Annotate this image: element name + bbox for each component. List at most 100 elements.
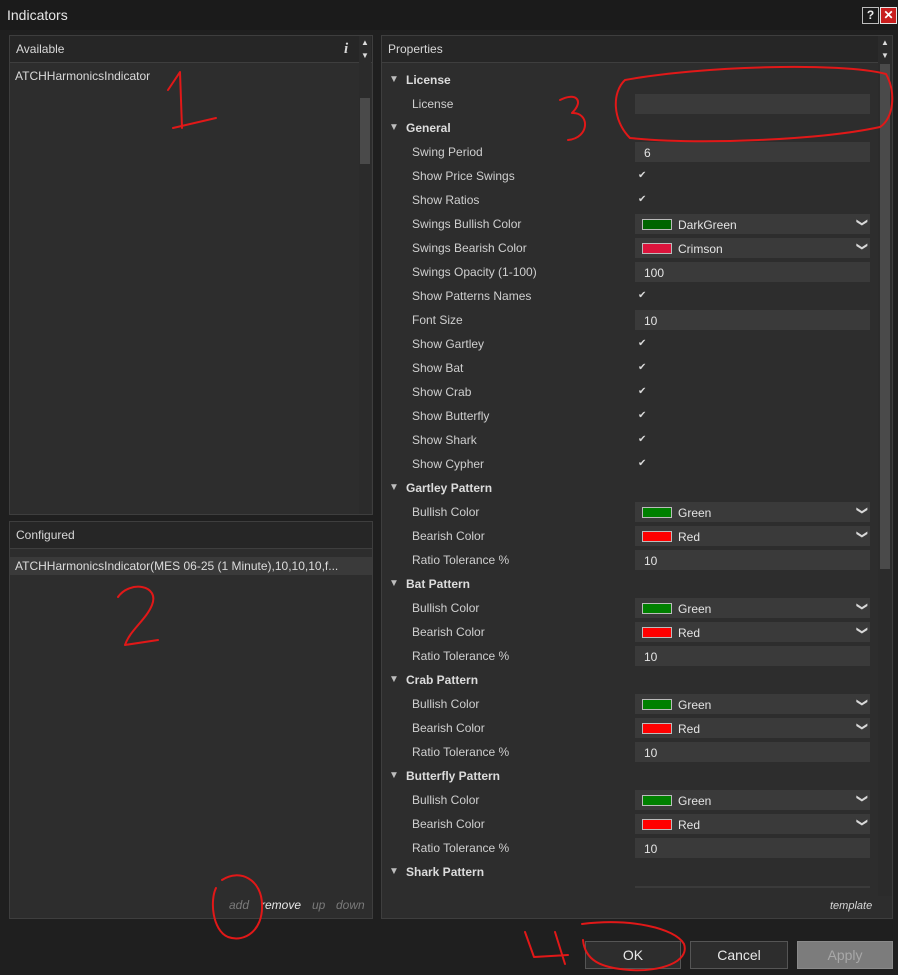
property-row: Bearish Color Red ❯ xyxy=(382,812,878,836)
property-checkbox[interactable]: ✔ xyxy=(638,458,646,469)
property-label: License xyxy=(412,97,454,111)
remove-link[interactable]: remove xyxy=(261,898,301,912)
scroll-down-icon[interactable]: ▼ xyxy=(361,52,369,60)
color-dropdown[interactable]: Green❯ xyxy=(635,598,870,618)
property-row: Ratio Tolerance % 10 xyxy=(382,548,878,572)
configured-item[interactable]: ATCHHarmonicsIndicator(MES 06-25 (1 Minu… xyxy=(10,557,372,575)
category-label: Butterfly Pattern xyxy=(406,769,501,783)
window-title: Indicators xyxy=(7,7,68,23)
property-category[interactable]: ▼ Crab Pattern xyxy=(382,668,878,692)
color-dropdown[interactable]: DarkGreen ❯ xyxy=(635,214,870,234)
color-dropdown[interactable]: Red ❯ xyxy=(635,622,870,642)
close-button[interactable]: ✕ xyxy=(880,7,897,24)
category-label: Crab Pattern xyxy=(406,673,479,687)
available-item[interactable]: ATCHHarmonicsIndicator xyxy=(15,69,150,83)
property-value: 10 xyxy=(644,842,658,856)
color-dropdown[interactable]: Green❯ xyxy=(635,886,870,888)
property-category[interactable]: ▼ Shark Pattern xyxy=(382,860,878,884)
chevron-down-icon[interactable]: ❯ xyxy=(856,242,869,251)
chevron-down-icon[interactable]: ❯ xyxy=(856,722,869,731)
color-value: DarkGreen xyxy=(678,218,737,232)
property-category[interactable]: ▼ General xyxy=(382,116,878,140)
chevron-down-icon[interactable]: ❯ xyxy=(856,506,869,515)
property-label: Bullish Color xyxy=(412,505,480,519)
help-button[interactable]: ? xyxy=(862,7,879,24)
property-row: Bearish Color Red ❯ xyxy=(382,716,878,740)
property-row: Swings Bullish Color DarkGreen ❯ xyxy=(382,212,878,236)
color-dropdown[interactable]: Green❯ xyxy=(635,502,870,522)
chevron-down-icon[interactable]: ❯ xyxy=(856,794,869,803)
apply-button[interactable]: Apply xyxy=(797,941,893,969)
scroll-up-icon[interactable]: ▲ xyxy=(361,39,369,47)
color-value: Red xyxy=(678,626,701,640)
properties-scrollbar[interactable]: ▲ ▼ xyxy=(878,36,892,896)
color-dropdown[interactable]: Green❯ xyxy=(635,790,870,810)
available-scroll-thumb[interactable] xyxy=(360,98,370,164)
scroll-up-icon[interactable]: ▲ xyxy=(881,39,889,47)
color-swatch xyxy=(642,819,672,830)
property-label: Bullish Color xyxy=(412,601,480,615)
available-scrollbar[interactable]: ▲ ▼ xyxy=(359,36,371,514)
template-link[interactable]: template xyxy=(830,900,872,912)
color-dropdown[interactable]: Red ❯ xyxy=(635,814,870,834)
chevron-down-icon[interactable]: ▼ xyxy=(389,674,399,685)
chevron-down-icon[interactable]: ▼ xyxy=(389,122,399,133)
color-dropdown[interactable]: Red ❯ xyxy=(635,718,870,738)
property-input[interactable]: 10 xyxy=(635,550,870,570)
property-label: Font Size xyxy=(412,313,463,327)
property-category[interactable]: ▼ Bat Pattern xyxy=(382,572,878,596)
property-checkbox[interactable]: ✔ xyxy=(638,170,646,181)
color-dropdown[interactable]: Red ❯ xyxy=(635,526,870,546)
info-icon[interactable]: i xyxy=(344,36,348,62)
property-checkbox[interactable]: ✔ xyxy=(638,410,646,421)
property-checkbox[interactable]: ✔ xyxy=(638,362,646,373)
property-checkbox[interactable]: ✔ xyxy=(638,434,646,445)
chevron-down-icon[interactable]: ❯ xyxy=(856,218,869,227)
property-category[interactable]: ▼ Gartley Pattern xyxy=(382,476,878,500)
up-link[interactable]: up xyxy=(312,898,325,912)
property-label: Swings Opacity (1-100) xyxy=(412,265,537,279)
color-dropdown[interactable]: Green❯ xyxy=(635,694,870,714)
property-category[interactable]: ▼ Butterfly Pattern xyxy=(382,764,878,788)
chevron-down-icon[interactable]: ❯ xyxy=(856,602,869,611)
property-checkbox[interactable]: ✔ xyxy=(638,194,646,205)
properties-scroll-thumb[interactable] xyxy=(880,64,890,569)
chevron-down-icon[interactable]: ❯ xyxy=(856,626,869,635)
property-input[interactable]: 10 xyxy=(635,310,870,330)
property-row: Ratio Tolerance % 10 xyxy=(382,836,878,860)
ok-button[interactable]: OK xyxy=(585,941,681,969)
property-row: Swing Period 6 xyxy=(382,140,878,164)
property-label: Swing Period xyxy=(412,145,483,159)
add-link[interactable]: add xyxy=(229,898,249,912)
property-input[interactable]: 10 xyxy=(635,646,870,666)
property-input[interactable]: 10 xyxy=(635,838,870,858)
scroll-down-icon[interactable]: ▼ xyxy=(881,52,889,60)
chevron-down-icon[interactable]: ❯ xyxy=(856,530,869,539)
property-checkbox[interactable]: ✔ xyxy=(638,290,646,301)
property-label: Ratio Tolerance % xyxy=(412,745,510,759)
properties-title: Properties xyxy=(388,42,443,56)
property-label: Swings Bullish Color xyxy=(412,217,522,231)
property-category[interactable]: ▼ License xyxy=(382,68,878,92)
chevron-down-icon[interactable]: ▼ xyxy=(389,866,399,877)
chevron-down-icon[interactable]: ❯ xyxy=(856,698,869,707)
configured-item-label: ATCHHarmonicsIndicator(MES 06-25 (1 Minu… xyxy=(15,559,339,573)
chevron-down-icon[interactable]: ▼ xyxy=(389,74,399,85)
property-input[interactable]: 6 xyxy=(635,142,870,162)
property-row: Swings Opacity (1-100) 100 xyxy=(382,260,878,284)
cancel-button[interactable]: Cancel xyxy=(690,941,788,969)
property-value: 10 xyxy=(644,746,658,760)
chevron-down-icon[interactable]: ▼ xyxy=(389,482,399,493)
property-input[interactable]: 10 xyxy=(635,742,870,762)
property-input[interactable] xyxy=(635,94,870,114)
chevron-down-icon[interactable]: ▼ xyxy=(389,770,399,781)
down-link[interactable]: down xyxy=(336,898,365,912)
property-checkbox[interactable]: ✔ xyxy=(638,338,646,349)
property-checkbox[interactable]: ✔ xyxy=(638,386,646,397)
properties-panel: Properties ▼ License License ▼ General Swing … xyxy=(381,35,893,919)
property-input[interactable]: 100 xyxy=(635,262,870,282)
property-label: Swings Bearish Color xyxy=(412,241,527,255)
chevron-down-icon[interactable]: ❯ xyxy=(856,818,869,827)
color-dropdown[interactable]: Crimson ❯ xyxy=(635,238,870,258)
chevron-down-icon[interactable]: ▼ xyxy=(389,578,399,589)
